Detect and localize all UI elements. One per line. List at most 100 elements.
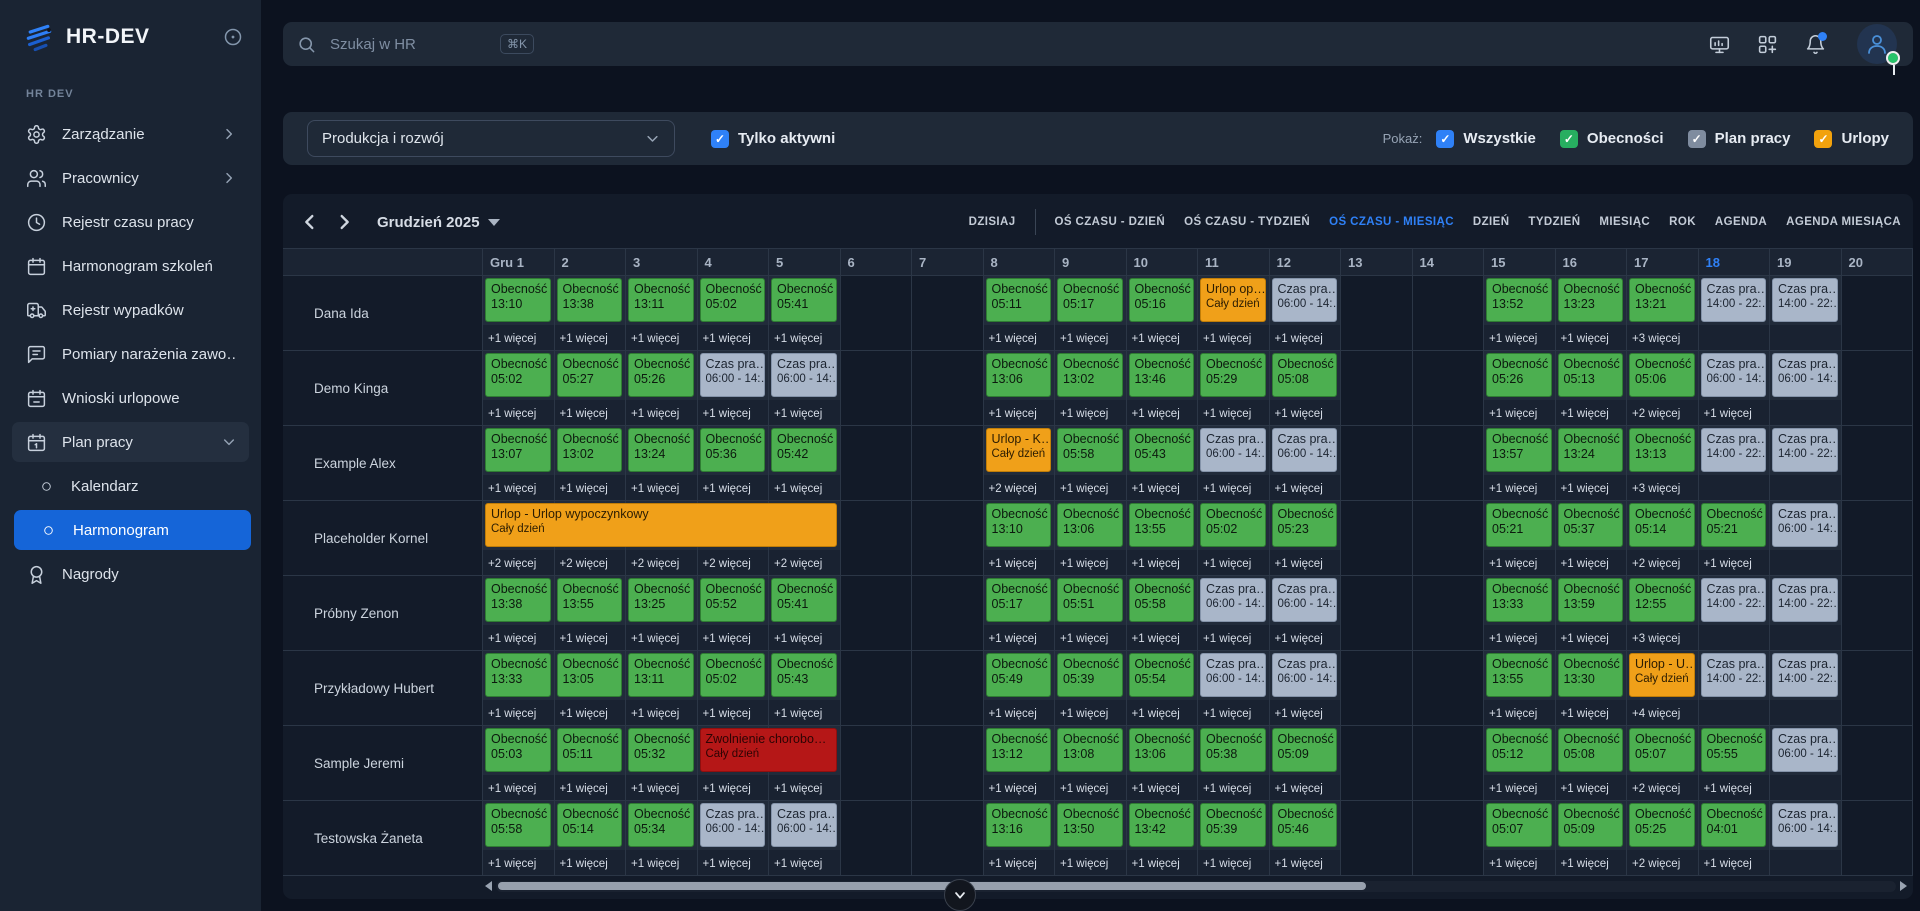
event-chip-presence[interactable]: Obecność13:06 [986,353,1052,397]
more-events-label[interactable]: +1 więcej [1132,333,1180,345]
event-chip-presence[interactable]: Obecność13:02 [557,428,623,472]
day-cell-3[interactable]: Obecność05:34+1 więcej [626,801,698,875]
more-events-label[interactable]: +1 więcej [774,783,822,795]
event-chip-presence[interactable]: Obecność05:58 [1129,578,1195,622]
event-chip-presence[interactable]: Obecność13:11 [628,278,694,322]
day-cell-14[interactable] [1413,351,1485,425]
event-chip-presence[interactable]: Obecność05:12 [1486,728,1552,772]
user-avatar[interactable] [1857,24,1897,64]
more-events-label[interactable]: +1 więcej [1489,858,1537,870]
day-cell-5[interactable]: Obecność05:42+1 więcej [769,426,841,500]
day-cell-19[interactable]: Czas pra…06:00 - 14:… [1770,801,1842,875]
more-events-label[interactable]: +1 więcej [631,408,679,420]
more-events-label[interactable]: +1 więcej [1132,408,1180,420]
more-events-label[interactable]: +1 więcej [560,483,608,495]
event-chip-presence[interactable]: Obecność05:13 [1558,353,1624,397]
event-chip-presence[interactable]: Obecność05:11 [557,728,623,772]
presentation-icon[interactable] [1709,34,1730,55]
more-events-label[interactable]: +1 więcej [1275,558,1323,570]
day-cell-2[interactable]: Obecność13:38+1 więcej [555,276,627,350]
sidebar-item-pracownicy[interactable]: Pracownicy [12,158,249,198]
day-cell-3[interactable]: Obecność13:25+1 więcej [626,576,698,650]
event-chip-presence[interactable]: Obecność05:11 [986,278,1052,322]
more-events-label[interactable]: +2 więcej [631,558,679,570]
event-chip-presence[interactable]: Obecność13:42 [1129,803,1195,847]
day-cell-7[interactable] [912,651,984,725]
event-chip-plan[interactable]: Czas pra…06:00 - 14:… [700,353,766,397]
checkbox-icon[interactable]: ✓ [1436,130,1454,148]
scroll-left-arrow[interactable] [485,881,492,891]
event-chip-vacation[interactable]: Urlop - K…Cały dzień [986,428,1052,472]
more-events-label[interactable]: +1 więcej [1561,408,1609,420]
more-events-label[interactable]: +1 więcej [1489,558,1537,570]
more-events-label[interactable]: +1 więcej [560,333,608,345]
event-chip-vacation[interactable]: Urlop - Urlop wypoczynkowyCały dzień [485,503,837,547]
day-cell-14[interactable] [1413,651,1485,725]
day-cell-8[interactable]: Obecność13:10+1 więcej [984,501,1056,575]
day-cell-2[interactable]: Obecność13:02 +1 więcej [555,426,627,500]
day-cell-11[interactable]: Obecność05:29+1 więcej [1198,351,1270,425]
day-cell-6[interactable] [841,276,913,350]
more-events-label[interactable]: +1 więcej [1561,558,1609,570]
day-cell-18[interactable]: Czas pra…14:00 - 22:… [1699,426,1771,500]
day-cell-8[interactable]: Obecność13:12+1 więcej [984,726,1056,800]
more-events-label[interactable]: +2 więcej [1632,408,1680,420]
show-option-obecności[interactable]: ✓Obecności [1560,130,1664,148]
show-option-urlopy[interactable]: ✓Urlopy [1814,130,1889,148]
day-cell-14[interactable] [1413,576,1485,650]
day-cell-10[interactable]: Obecność05:16+1 więcej [1127,276,1199,350]
event-chip-plan[interactable]: Czas pra…06:00 - 14:… [1701,353,1767,397]
event-chip-plan[interactable]: Czas pra…06:00 - 14:… [1200,653,1266,697]
day-cell-15[interactable]: Obecność05:21+1 więcej [1484,501,1556,575]
day-cell-6[interactable] [841,351,913,425]
day-cell-17[interactable]: Obecność05:14+2 więcej [1627,501,1699,575]
event-chip-presence[interactable]: Obecność05:46 [1272,803,1338,847]
day-cell-8[interactable]: Obecność13:06+1 więcej [984,351,1056,425]
notifications-bell-icon[interactable] [1805,34,1826,55]
event-chip-presence[interactable]: Obecność13:52 [1486,278,1552,322]
view-button-rok[interactable]: ROK [1669,216,1696,228]
day-cell-3[interactable]: Obecność13:24+1 więcej [626,426,698,500]
sidebar-item-rejestr-czasu-pracy[interactable]: Rejestr czasu pracy [12,202,249,242]
view-button-agenda[interactable]: AGENDA [1715,216,1767,228]
more-events-label[interactable]: +1 więcej [1203,483,1251,495]
more-events-label[interactable]: +1 więcej [1203,783,1251,795]
more-events-label[interactable]: +1 więcej [1132,633,1180,645]
event-chip-presence[interactable]: Obecność05:14 [557,803,623,847]
event-chip-presence[interactable]: Obecność05:06 [1629,353,1695,397]
day-cell-2[interactable]: Obecność05:14+1 więcej [555,801,627,875]
more-events-label[interactable]: +1 więcej [1489,708,1537,720]
day-cell-15[interactable]: Obecność13:57+1 więcej [1484,426,1556,500]
event-chip-presence[interactable]: Obecność05:58 [1057,428,1123,472]
day-cell-1[interactable]: Obecność13:10+1 więcej [483,276,555,350]
day-cell-13[interactable] [1341,651,1413,725]
sidebar-item-zarządzanie[interactable]: Zarządzanie [12,114,249,154]
day-cell-5[interactable]: Obecność05:43+1 więcej [769,651,841,725]
day-cell-7[interactable] [912,351,984,425]
more-events-label[interactable]: +1 więcej [631,783,679,795]
day-cell-10[interactable]: Obecność13:55+1 więcej [1127,501,1199,575]
event-chip-plan[interactable]: Czas pra…14:00 - 22:… [1772,578,1838,622]
view-button-dzisiaj[interactable]: DZISIAJ [969,216,1016,228]
more-events-label[interactable]: +1 więcej [774,333,822,345]
event-chip-presence[interactable]: Obecność05:41 [771,278,837,322]
day-cell-6[interactable] [841,726,913,800]
day-cell-12[interactable]: Obecność05:09+1 więcej [1270,726,1342,800]
day-cell-13[interactable] [1341,726,1413,800]
more-events-label[interactable]: +1 więcej [989,558,1037,570]
event-chip-plan[interactable]: Czas pra…06:00 - 14:… [1772,728,1838,772]
more-events-label[interactable]: +1 więcej [1704,858,1752,870]
day-cell-15[interactable]: Obecność05:07+1 więcej [1484,801,1556,875]
day-cell-7[interactable] [912,726,984,800]
more-events-label[interactable]: +1 więcej [488,408,536,420]
day-cell-12[interactable]: Czas pra…06:00 - 14:…+1 więcej [1270,426,1342,500]
day-cell-16[interactable]: Obecność05:13 +1 więcej [1556,351,1628,425]
more-events-label[interactable]: +2 więcej [703,558,751,570]
day-cell-7[interactable] [912,801,984,875]
more-events-label[interactable]: +2 więcej [774,558,822,570]
day-cell-20[interactable] [1842,651,1914,725]
more-events-label[interactable]: +2 więcej [1632,783,1680,795]
day-cell-15[interactable]: Obecność13:55+1 więcej [1484,651,1556,725]
day-cell-19[interactable]: Czas pra…06:00 - 14:… [1770,501,1842,575]
sidebar-item-kalendarz[interactable]: Kalendarz [12,466,249,506]
